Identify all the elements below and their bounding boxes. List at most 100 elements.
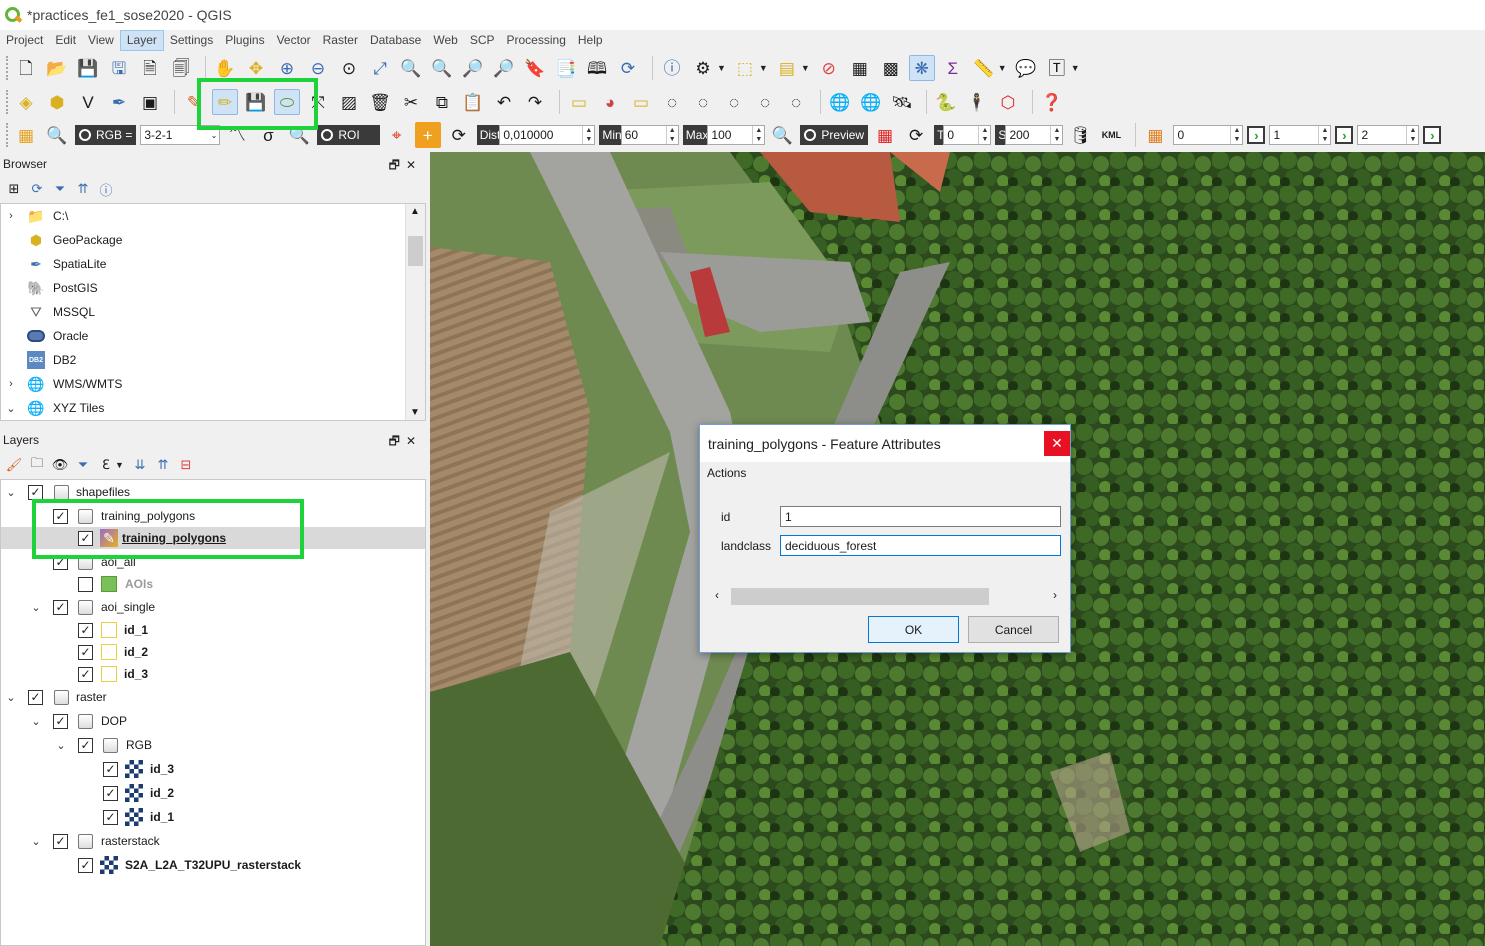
toolbox-icon[interactable]: ❋	[908, 55, 935, 81]
rgb-toggle[interactable]: RGB =	[75, 125, 137, 145]
add-selected-layers-icon[interactable]: ⊞	[4, 179, 24, 199]
layer-checkbox[interactable]: ✓	[103, 761, 118, 777]
new-spatialite-layer-icon[interactable]: ✒	[106, 89, 132, 115]
layer-aoi-id1[interactable]: ✓ id_1	[1, 619, 425, 641]
layer-group-training[interactable]: ✓ training_polygons	[1, 505, 425, 527]
actions-icon[interactable]: ⚙	[690, 55, 716, 81]
kml-icon[interactable]: KML	[1098, 122, 1124, 148]
zoom-preview-icon[interactable]: 🔍	[769, 122, 795, 148]
label-toolbar-icon[interactable]: ▭	[566, 89, 592, 115]
pan-icon[interactable]: ✋	[212, 55, 238, 81]
layer-group-dop[interactable]: ⌄ ✓ DOP	[1, 710, 425, 732]
menu-project[interactable]: Project	[0, 30, 49, 51]
layer-aoi-id2[interactable]: ✓ id_2	[1, 641, 425, 663]
browser-item-c-drive[interactable]: › 📁 C:\	[1, 205, 425, 227]
pin-labels-icon[interactable]: ◌	[659, 89, 685, 115]
layer-rgb-id1[interactable]: ✓ id_1	[1, 806, 425, 828]
remove-temp-files-icon[interactable]: 🛢	[1067, 122, 1093, 148]
collapse-icon[interactable]: ⌄	[31, 601, 41, 614]
sum-icon[interactable]: Σ	[940, 55, 966, 81]
save-project-icon[interactable]: 💾	[75, 55, 101, 81]
preview-toggle[interactable]: Preview	[800, 125, 869, 145]
browser-scrollbar[interactable]: ▲ ▼	[405, 204, 425, 420]
select-features-icon[interactable]: ⬚	[732, 55, 758, 81]
deselect-icon[interactable]: ⊘	[816, 55, 842, 81]
create-roi-icon[interactable]: ⌖	[384, 122, 410, 148]
browser-item-oracle[interactable]: Oracle	[1, 325, 425, 347]
collapse-icon[interactable]: ⌄	[31, 715, 41, 728]
actions-menu[interactable]: Actions	[707, 466, 746, 480]
show-bookmarks-icon[interactable]: 📑	[553, 55, 579, 81]
band-set-icon[interactable]: ▦	[1142, 122, 1168, 148]
cut-features-icon[interactable]: ✂	[398, 89, 424, 115]
new-virtual-layer-icon[interactable]: ▣	[137, 89, 163, 115]
collapse-icon[interactable]: ⌄	[31, 835, 41, 848]
identify-icon[interactable]: ⓘ	[659, 55, 685, 81]
layer-group-raster[interactable]: ⌄ ✓ raster	[1, 686, 425, 708]
python-console-icon[interactable]: 🐍	[933, 89, 959, 115]
new-print-layout-icon[interactable]: 🗎	[137, 55, 163, 81]
zoom-last-icon[interactable]: 🔎	[460, 55, 486, 81]
scp-dock-icon[interactable]: ▦	[13, 122, 39, 148]
chevron-down-icon[interactable]: ▼	[717, 63, 726, 73]
undo-icon[interactable]: ↶	[491, 89, 517, 115]
refresh-icon[interactable]: ⟳	[27, 179, 47, 199]
layout-manager-icon[interactable]: 🗐	[168, 55, 194, 81]
new-shapefile-layer-icon[interactable]: V	[75, 89, 101, 115]
ok-button[interactable]: OK	[868, 616, 959, 643]
chevron-down-icon[interactable]: ▼	[801, 63, 810, 73]
collapse-icon[interactable]: ⌄	[6, 691, 16, 704]
scroll-up-icon[interactable]: ▲	[410, 206, 420, 217]
next-band-button-3[interactable]: ›	[1423, 126, 1442, 144]
zoom-out-icon[interactable]: ⊖	[305, 55, 331, 81]
browser-item-wms[interactable]: › 🌐 WMS/WMTS	[1, 373, 425, 395]
layer-checkbox[interactable]: ✓	[53, 833, 68, 849]
classification-preview-icon[interactable]: ▦	[872, 122, 898, 148]
paste-features-icon[interactable]: 📋	[460, 89, 486, 115]
menu-database[interactable]: Database	[364, 30, 427, 51]
zoom-to-layer-icon[interactable]: 🔍	[429, 55, 455, 81]
band-spinbox-1[interactable]: 0 ▲ ▼	[1173, 125, 1244, 145]
layer-rgb-id2[interactable]: ✓ id_2	[1, 782, 425, 804]
move-label-icon[interactable]: ◌	[721, 89, 747, 115]
expand-icon[interactable]: ›	[6, 210, 16, 222]
menu-raster[interactable]: Raster	[317, 30, 364, 51]
save-as-icon[interactable]: 🖫	[106, 55, 132, 81]
std-deviation-stretch-icon[interactable]: σ	[255, 122, 281, 148]
chevron-down-icon[interactable]: ▼	[998, 63, 1007, 73]
browser-item-postgis[interactable]: 🐘 PostGIS	[1, 277, 425, 299]
temporal-controller-icon[interactable]: 🕮	[584, 55, 610, 81]
layer-group-aoi-all[interactable]: ✓ aoi_all	[1, 551, 425, 573]
layer-checkbox[interactable]: ✓	[78, 622, 93, 638]
style-icon[interactable]: 🖌	[4, 455, 24, 475]
statistics-icon[interactable]: ▩	[878, 55, 904, 81]
collapse-icon[interactable]: ⌄	[56, 739, 66, 752]
menu-scp[interactable]: SCP	[464, 30, 501, 51]
new-geopackage-layer-icon[interactable]: ⬢	[44, 89, 70, 115]
layer-group-aoi-single[interactable]: ⌄ ✓ aoi_single	[1, 596, 425, 618]
menu-edit[interactable]: Edit	[49, 30, 82, 51]
scroll-down-icon[interactable]: ▼	[410, 407, 420, 418]
scrollbar-thumb[interactable]	[731, 588, 989, 605]
chevron-down-icon[interactable]: ▼	[759, 63, 768, 73]
menu-web[interactable]: Web	[427, 30, 463, 51]
layer-group-shapefiles[interactable]: ⌄ ✓ shapefiles	[1, 481, 425, 503]
panel-float-close-icons[interactable]: 🗗✕	[389, 156, 422, 177]
layer-checkbox[interactable]: ✓	[28, 689, 43, 705]
redo-preview-icon[interactable]: ⟳	[903, 122, 929, 148]
layer-checkbox[interactable]: ✓	[78, 530, 93, 546]
expand-icon[interactable]: ›	[6, 378, 16, 390]
collapse-all-icon[interactable]: ⇈	[73, 179, 93, 199]
diagram-options-icon[interactable]: ◕	[597, 89, 623, 115]
modify-attributes-icon[interactable]: ▨	[336, 89, 362, 115]
gps-icon[interactable]: 🛰	[889, 89, 915, 115]
filter-icon[interactable]: ⏷	[50, 179, 70, 199]
polygon-tool-icon[interactable]: ⬡	[995, 89, 1021, 115]
zoom-roi-icon[interactable]: 🔍	[286, 122, 312, 148]
expand-all-icon[interactable]: ⇊	[130, 455, 150, 475]
layer-checkbox[interactable]: ✓	[78, 857, 93, 873]
help-icon[interactable]: ❓	[1039, 89, 1065, 115]
zoom-to-input-icon[interactable]: 🔍	[44, 122, 70, 148]
save-edits-icon[interactable]: 💾	[243, 89, 269, 115]
collapse-all-icon[interactable]: ⇈	[153, 455, 173, 475]
